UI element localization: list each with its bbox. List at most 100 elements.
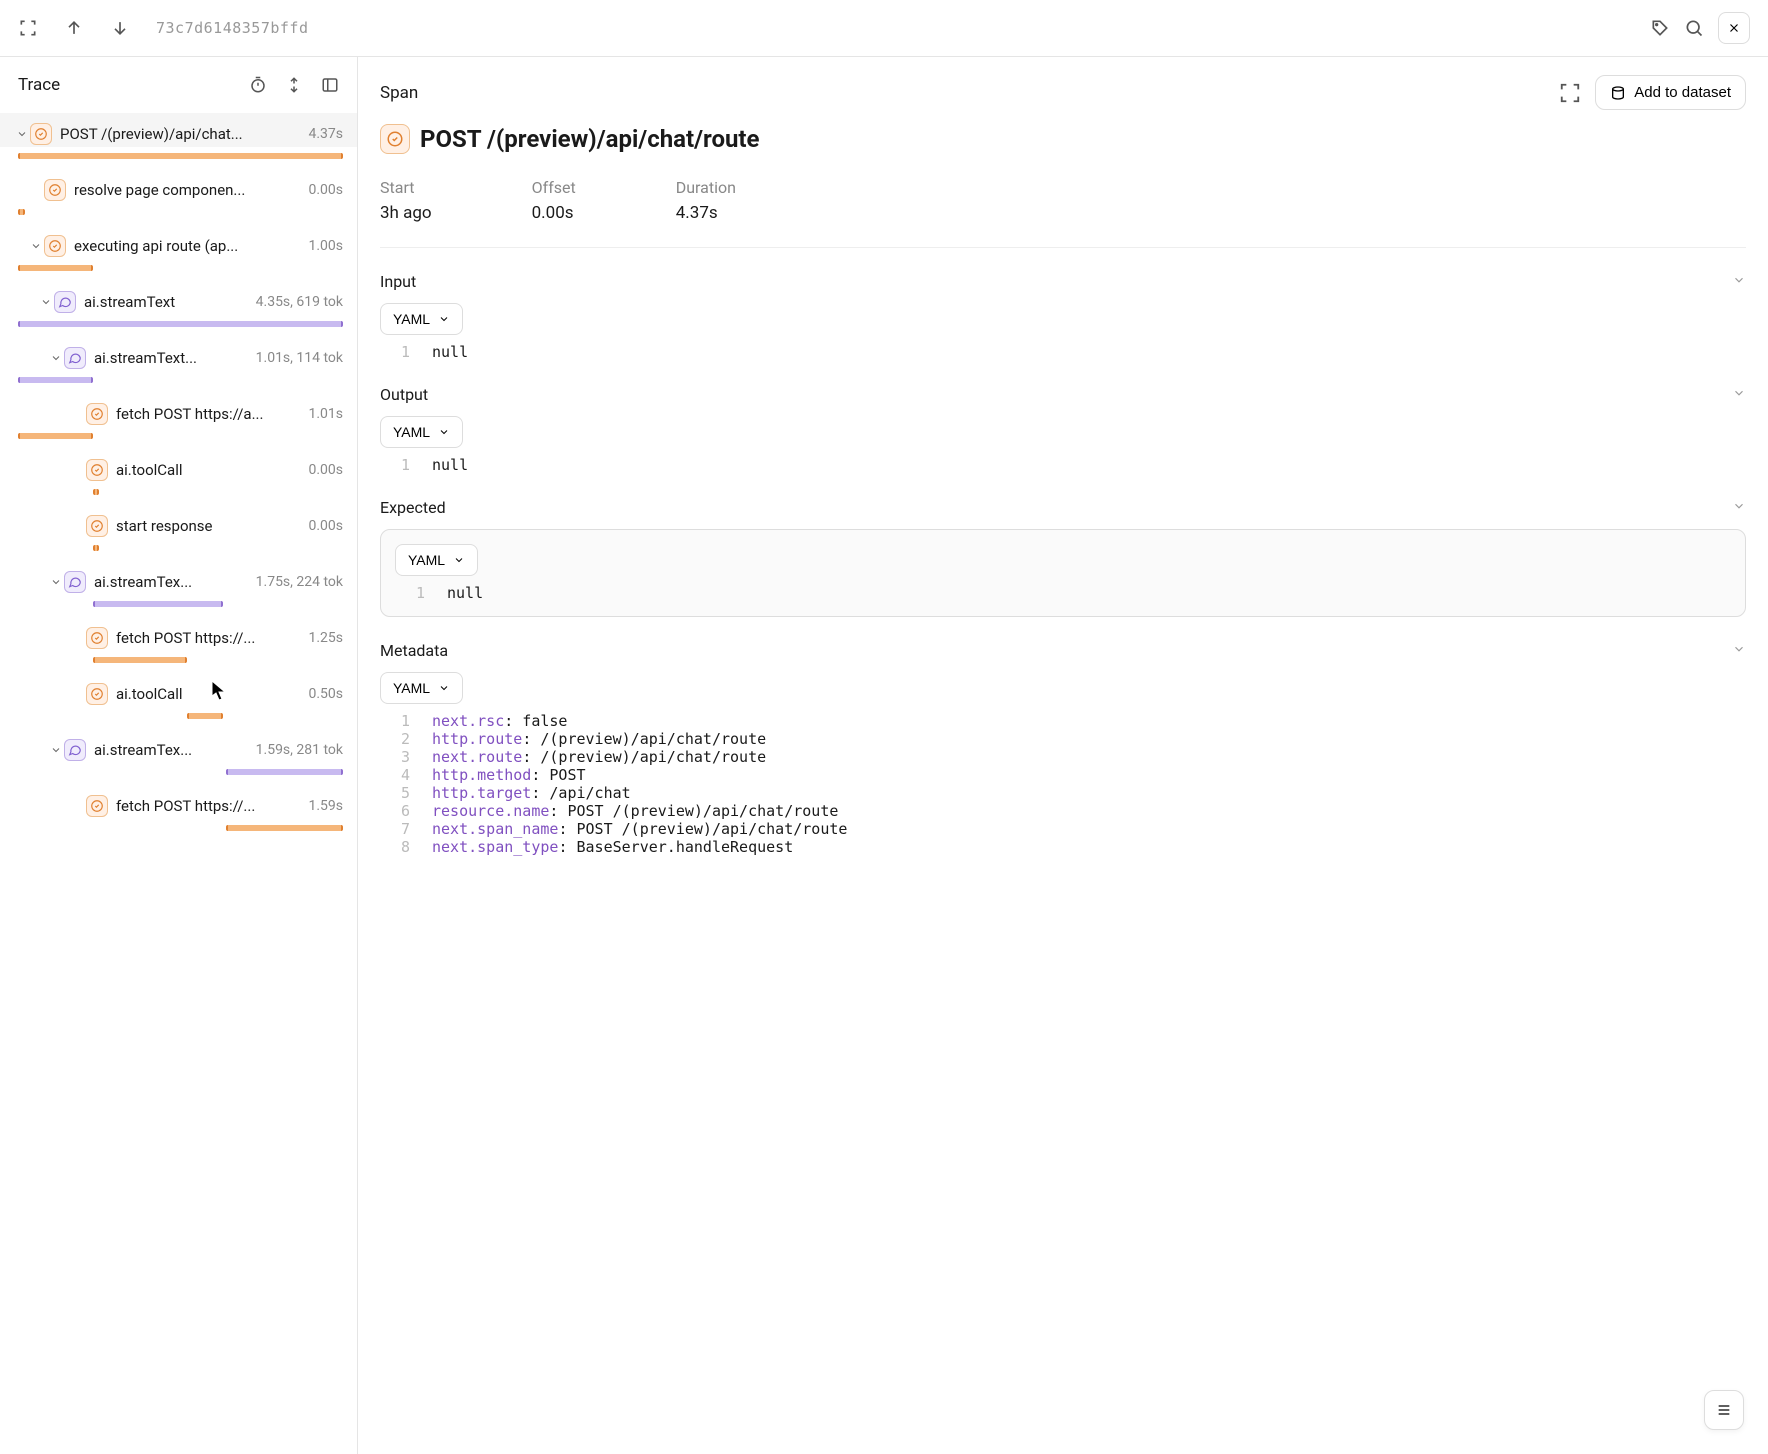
trace-item-meta: 1.25s: [308, 630, 343, 646]
trace-item-meta: 1.59s: [308, 798, 343, 814]
section-title-output: Output: [380, 385, 428, 404]
section-title-metadata: Metadata: [380, 641, 448, 660]
trace-item-label: executing api route (ap...: [74, 237, 300, 255]
chevron-down-icon[interactable]: [48, 352, 64, 364]
format-select-output[interactable]: YAML: [380, 416, 463, 448]
trace-item[interactable]: start response 0.00s: [0, 505, 357, 551]
chevron-down-icon: [1732, 273, 1746, 291]
code-expected: 1null: [395, 584, 1731, 602]
trace-item[interactable]: fetch POST https://a... 1.01s: [0, 393, 357, 439]
section-title-input: Input: [380, 272, 416, 291]
trace-item-meta: 1.01s: [308, 406, 343, 422]
trace-item-label: ai.streamTex...: [94, 573, 248, 591]
trace-item[interactable]: resolve page componen... 0.00s: [0, 169, 357, 215]
check-icon: [86, 795, 108, 817]
trace-item-meta: 1.00s: [308, 238, 343, 254]
trace-item-meta: 0.50s: [308, 686, 343, 702]
check-icon: [44, 179, 66, 201]
chat-icon: [54, 291, 76, 313]
duration-label: Duration: [676, 178, 736, 197]
trace-item[interactable]: ai.toolCall 0.00s: [0, 449, 357, 495]
trace-item-meta: 0.00s: [308, 518, 343, 534]
expand-icon[interactable]: [1559, 82, 1581, 104]
section-title-expected: Expected: [380, 498, 446, 517]
trace-item-label: fetch POST https://...: [116, 797, 300, 815]
start-value: 3h ago: [380, 203, 432, 223]
sidebar-title: Trace: [18, 75, 60, 95]
panel-icon[interactable]: [321, 76, 339, 94]
trace-item-label: resolve page componen...: [74, 181, 300, 199]
trace-item-label: ai.toolCall: [116, 461, 300, 479]
check-icon: [86, 515, 108, 537]
offset-value: 0.00s: [532, 203, 576, 223]
check-icon: [44, 235, 66, 257]
timer-icon[interactable]: [249, 76, 267, 94]
check-icon: [86, 627, 108, 649]
arrow-down-icon[interactable]: [110, 18, 130, 38]
format-select-input[interactable]: YAML: [380, 303, 463, 335]
search-icon[interactable]: [1684, 18, 1704, 38]
arrow-up-icon[interactable]: [64, 18, 84, 38]
trace-id: 73c7d6148357bffd: [156, 19, 309, 37]
close-button[interactable]: [1718, 12, 1750, 44]
trace-item[interactable]: ai.toolCall 0.50s: [0, 673, 357, 719]
chevron-down-icon[interactable]: [48, 576, 64, 588]
trace-item[interactable]: ai.streamTex... 1.59s, 281 tok: [0, 729, 357, 775]
start-label: Start: [380, 178, 432, 197]
trace-item-label: fetch POST https://a...: [116, 405, 300, 423]
add-to-dataset-button[interactable]: Add to dataset: [1595, 75, 1746, 110]
chat-icon: [64, 739, 86, 761]
section-metadata: Metadata YAML 1next.rsc: false2http.rout…: [380, 635, 1746, 856]
chevron-down-icon[interactable]: [14, 128, 30, 140]
trace-item-meta: 4.37s: [308, 126, 343, 142]
check-icon: [86, 403, 108, 425]
chevron-down-icon[interactable]: [38, 296, 54, 308]
check-icon: [86, 459, 108, 481]
trace-item-label: ai.toolCall: [116, 685, 300, 703]
chevron-down-icon[interactable]: [48, 744, 64, 756]
chevron-down-icon[interactable]: [28, 240, 44, 252]
trace-item-label: ai.streamText...: [94, 349, 248, 367]
trace-item-label: ai.streamText: [84, 293, 248, 311]
chevron-down-icon: [1732, 499, 1746, 517]
trace-item-meta: 0.00s: [308, 462, 343, 478]
span-title: POST /(preview)/api/chat/route: [420, 125, 760, 153]
check-icon: [30, 123, 52, 145]
section-output: Output YAML 1null: [380, 379, 1746, 474]
menu-button[interactable]: [1704, 1390, 1744, 1430]
check-icon: [86, 683, 108, 705]
trace-item-meta: 1.59s, 281 tok: [256, 742, 343, 758]
trace-item-meta: 1.01s, 114 tok: [256, 350, 343, 366]
trace-item[interactable]: executing api route (ap... 1.00s: [0, 225, 357, 271]
duration-value: 4.37s: [676, 203, 736, 223]
add-to-dataset-label: Add to dataset: [1634, 84, 1731, 101]
tag-icon[interactable]: [1650, 18, 1670, 38]
chat-icon: [64, 571, 86, 593]
format-select-expected[interactable]: YAML: [395, 544, 478, 576]
section-expected: Expected YAML 1null: [380, 492, 1746, 617]
trace-item[interactable]: POST /(preview)/api/chat... 4.37s: [0, 113, 357, 159]
trace-item-label: start response: [116, 517, 300, 535]
trace-item-meta: 0.00s: [308, 182, 343, 198]
offset-label: Offset: [532, 178, 576, 197]
trace-item[interactable]: ai.streamText... 1.01s, 114 tok: [0, 337, 357, 383]
code-metadata: 1next.rsc: false2http.route: /(preview)/…: [380, 712, 1746, 856]
section-input: Input YAML 1null: [380, 266, 1746, 361]
trace-item[interactable]: ai.streamTex... 1.75s, 224 tok: [0, 561, 357, 607]
detail-header-label: Span: [380, 83, 418, 103]
fullscreen-icon[interactable]: [18, 18, 38, 38]
trace-item[interactable]: ai.streamText 4.35s, 619 tok: [0, 281, 357, 327]
chevron-down-icon: [1732, 386, 1746, 404]
chat-icon: [64, 347, 86, 369]
trace-item-meta: 1.75s, 224 tok: [256, 574, 343, 590]
collapse-icon[interactable]: [285, 76, 303, 94]
span-type-icon: [380, 124, 410, 154]
trace-item-meta: 4.35s, 619 tok: [256, 294, 343, 310]
code-output: 1null: [380, 456, 1746, 474]
trace-item-label: ai.streamTex...: [94, 741, 248, 759]
chevron-down-icon: [1732, 642, 1746, 660]
trace-item-label: fetch POST https://...: [116, 629, 300, 647]
trace-item[interactable]: fetch POST https://... 1.59s: [0, 785, 357, 831]
trace-item[interactable]: fetch POST https://... 1.25s: [0, 617, 357, 663]
format-select-metadata[interactable]: YAML: [380, 672, 463, 704]
